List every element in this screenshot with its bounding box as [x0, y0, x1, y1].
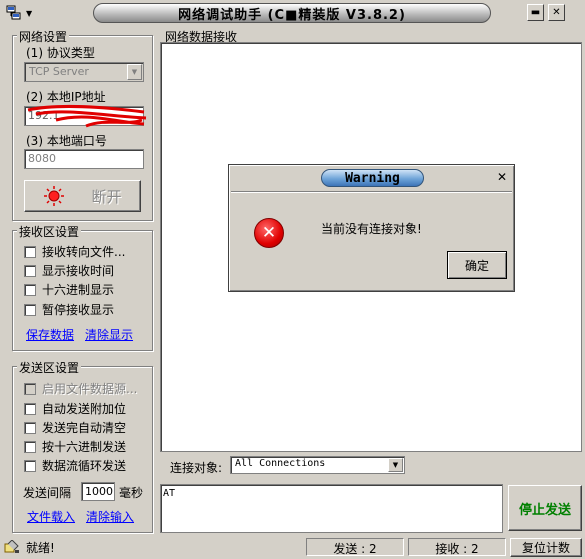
checkbox-label: 自动发送附加位 — [42, 402, 127, 416]
checkbox-label: 显示接收时间 — [42, 264, 115, 278]
checkbox[interactable] — [24, 283, 36, 296]
checkbox — [24, 382, 36, 395]
sent-count: 发送 : 2 — [306, 538, 404, 556]
connection-value: All Connections — [235, 458, 326, 469]
checkbox-label: 按十六进制发送 — [42, 440, 127, 454]
protocol-label: (1) 协议类型 — [26, 46, 95, 60]
interval-value: 1000 — [85, 485, 113, 498]
interval-unit: 毫秒 — [119, 486, 144, 500]
error-icon: ✕ — [254, 218, 284, 248]
status-icon — [4, 540, 19, 553]
stop-send-label: 停止发送 — [518, 502, 571, 518]
reset-count-button[interactable]: 复位计数 — [510, 538, 582, 557]
chevron-down-icon[interactable]: ▼ — [388, 458, 403, 472]
checkbox[interactable] — [24, 245, 36, 258]
chevron-down-icon: ▼ — [26, 8, 33, 18]
disconnect-label: 断开 — [91, 187, 122, 206]
protocol-value: TCP Server — [29, 65, 89, 78]
warning-dialog: Warning ✕ ✕ 当前没有连接对象! 确定 — [228, 164, 515, 292]
checkbox[interactable] — [24, 440, 36, 453]
app-icon — [6, 5, 22, 21]
dialog-divider — [231, 191, 512, 193]
hex-display-checkbox[interactable]: 十六进制显示 — [24, 281, 114, 298]
connection-status-icon — [44, 186, 65, 206]
checkbox[interactable] — [24, 264, 36, 277]
interval-field[interactable]: 1000 — [81, 482, 115, 501]
save-data-link[interactable]: 保存数据 — [26, 326, 74, 343]
send-text: AT — [163, 488, 176, 499]
clear-display-link[interactable]: 清除显示 — [85, 326, 133, 343]
port-value: 8080 — [28, 152, 56, 165]
title-bar: ▼ 网络调试助手 (C■精装版 V3.8.2) ▬ ✕ — [0, 0, 585, 26]
recv-to-file-checkbox[interactable]: 接收转向文件... — [24, 243, 125, 260]
auto-append-checkbox[interactable]: 自动发送附加位 — [24, 400, 126, 417]
checkbox-label: 发送完自动清空 — [42, 421, 127, 435]
chevron-down-icon[interactable]: ▼ — [127, 64, 142, 80]
minimize-button[interactable]: ▬ — [527, 4, 544, 21]
dialog-close-icon[interactable]: ✕ — [495, 171, 509, 185]
close-button[interactable]: ✕ — [548, 4, 565, 21]
clear-input-link[interactable]: 清除输入 — [86, 508, 134, 525]
hex-send-checkbox[interactable]: 按十六进制发送 — [24, 438, 126, 455]
checkbox-label: 十六进制显示 — [42, 283, 115, 297]
received-count: 接收 : 2 — [408, 538, 506, 556]
pause-recv-checkbox[interactable]: 暂停接收显示 — [24, 301, 114, 318]
checkbox-label: 数据流循环发送 — [42, 459, 127, 473]
window-title: 网络调试助手 (C■精装版 V3.8.2) — [93, 3, 491, 23]
system-menu-button[interactable]: ▼ — [6, 3, 46, 23]
checkbox-label: 启用文件数据源... — [42, 382, 138, 396]
checkbox[interactable] — [24, 303, 36, 316]
checkbox-label: 暂停接收显示 — [42, 303, 115, 317]
send-input[interactable]: AT — [160, 484, 503, 533]
show-recv-time-checkbox[interactable]: 显示接收时间 — [24, 262, 114, 279]
disconnect-button[interactable]: 断开 — [24, 180, 141, 212]
checkbox-label: 接收转向文件... — [42, 245, 126, 259]
interval-label: 发送间隔 — [23, 486, 72, 500]
protocol-select[interactable]: TCP Server ▼ — [24, 62, 144, 82]
auto-clear-checkbox[interactable]: 发送完自动清空 — [24, 419, 126, 436]
load-file-link[interactable]: 文件载入 — [27, 508, 75, 525]
checkbox[interactable] — [24, 459, 36, 472]
stop-send-button[interactable]: 停止发送 — [508, 485, 582, 531]
dialog-message: 当前没有连接对象! — [321, 222, 422, 236]
group-title: 接收区设置 — [17, 223, 82, 240]
redaction-scribble — [27, 104, 147, 128]
port-field[interactable]: 8080 — [24, 149, 144, 169]
status-cell: 就绪! — [4, 538, 55, 556]
group-title: 网络设置 — [17, 28, 70, 45]
ok-button[interactable]: 确定 — [447, 251, 507, 279]
loop-send-checkbox[interactable]: 数据流循环发送 — [24, 457, 126, 474]
dialog-title: Warning — [321, 169, 424, 187]
ok-label: 确定 — [464, 258, 489, 273]
checkbox[interactable] — [24, 421, 36, 434]
status-text: 就绪! — [26, 540, 55, 555]
checkbox[interactable] — [24, 402, 36, 415]
status-bar: 就绪! 发送 : 2 接收 : 2 复位计数 — [0, 536, 585, 559]
port-label: (3) 本地端口号 — [26, 134, 107, 148]
file-source-checkbox: 启用文件数据源... — [24, 380, 137, 397]
group-title: 发送区设置 — [17, 359, 82, 376]
connection-select[interactable]: All Connections ▼ — [230, 456, 405, 474]
connection-label: 连接对象: — [170, 461, 223, 475]
reset-count-label: 复位计数 — [521, 541, 570, 555]
